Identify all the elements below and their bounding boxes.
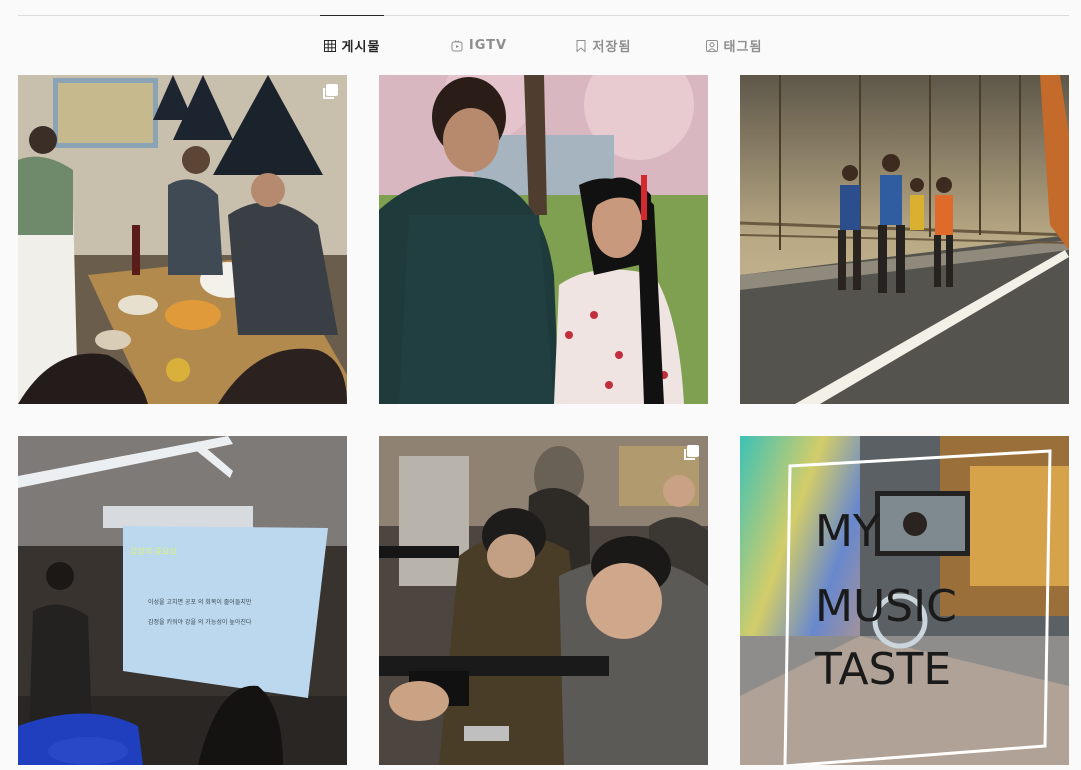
poster-word-taste: TASTE — [814, 644, 951, 695]
tab-posts[interactable]: 게시물 — [320, 15, 384, 75]
profile-tabs: 게시물 IGTV 저장됨 태그됨 — [0, 0, 1081, 75]
slide-title: 감정의 중요성 — [130, 546, 177, 556]
post-thumbnail-dinner[interactable] — [18, 75, 347, 404]
tab-tagged[interactable]: 태그됨 — [698, 16, 770, 75]
grid-icon — [323, 39, 336, 52]
post-thumbnail-shooting[interactable] — [379, 436, 708, 765]
lecture-photo: 감정의 중요성 이성을 고치면 공포 의 회복이 줄어들지만 감정을 키워야 강… — [18, 436, 347, 765]
tab-saved-label: 저장됨 — [592, 40, 632, 55]
post-thumbnail-movie[interactable] — [379, 75, 708, 404]
music-taste-photo: MY MUSIC TASTE — [740, 436, 1069, 765]
movie-still-photo — [379, 75, 708, 404]
post-thumbnail-music-taste[interactable]: MY MUSIC TASTE — [740, 436, 1069, 765]
tab-saved[interactable]: 저장됨 — [568, 16, 638, 75]
multiple-photos-icon — [321, 83, 339, 101]
marathon-photo — [740, 75, 1069, 404]
shooting-range-photo — [379, 436, 708, 765]
poster-word-music: MUSIC — [815, 581, 957, 632]
tab-tagged-label: 태그됨 — [723, 40, 763, 55]
tab-posts-label: 게시물 — [341, 40, 381, 55]
slide-line-1: 이성을 고치면 공포 의 회복이 줄어들지만 — [148, 598, 252, 606]
bookmark-icon — [575, 39, 587, 52]
post-thumbnail-marathon[interactable] — [740, 75, 1069, 404]
tab-igtv-label: IGTV — [468, 38, 508, 53]
poster-word-my: MY — [815, 506, 880, 557]
slide-line-2: 감정을 키워야 강을 의 가능성이 높아진다 — [148, 618, 252, 626]
multiple-photos-icon — [682, 444, 700, 462]
tab-igtv[interactable]: IGTV — [447, 16, 511, 75]
dinner-party-photo — [18, 75, 347, 404]
igtv-icon — [451, 39, 463, 52]
post-thumbnail-lecture[interactable]: 감정의 중요성 이성을 고치면 공포 의 회복이 줄어들지만 감정을 키워야 강… — [18, 436, 347, 765]
tagged-user-icon — [705, 39, 718, 52]
